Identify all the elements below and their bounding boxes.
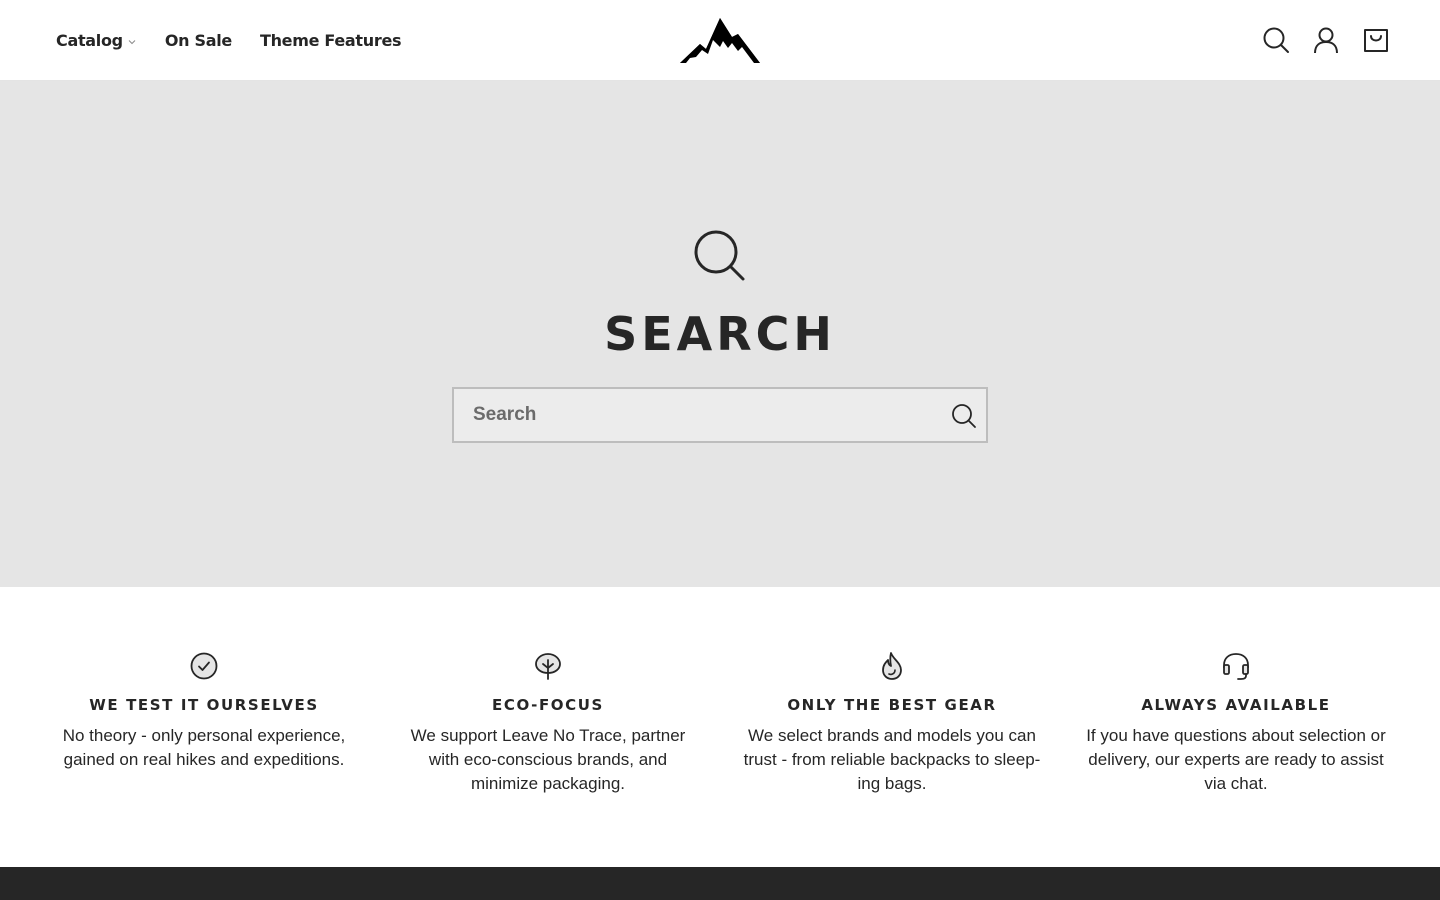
feature-item: ALWAYS AVAILABLE If you have questions a… — [1076, 651, 1396, 796]
cart-icon — [1364, 29, 1388, 52]
features-section: WE TEST IT OURSELVES No theory - only pe… — [0, 587, 1440, 867]
footer — [0, 867, 1440, 900]
tree-icon — [535, 653, 561, 680]
main-nav: Catalog On Sale Theme Features — [56, 0, 402, 81]
nav-catalog-label: Catalog — [56, 31, 123, 50]
search-form — [452, 387, 988, 443]
chevron-down-icon — [128, 39, 136, 44]
feature-text: We select brands and models you can trus… — [743, 726, 1041, 793]
feature-item: ONLY THE BEST GEAR We select brands and … — [732, 651, 1052, 796]
search-icon — [694, 230, 745, 281]
feature-title: WE TEST IT OURSELVES — [89, 696, 319, 714]
search-submit-button[interactable] — [950, 402, 978, 430]
feature-title: ALWAYS AVAILABLE — [1141, 696, 1331, 714]
header-search-button[interactable] — [1262, 25, 1290, 55]
search-icon — [952, 404, 976, 428]
feature-text: If you have questions about selection or… — [1086, 726, 1386, 793]
nav-catalog[interactable]: Catalog — [56, 31, 137, 50]
flame-icon — [882, 652, 902, 680]
headset-icon — [1223, 653, 1249, 680]
feature-text: We support Leave No Trace, partner with … — [410, 726, 686, 793]
nav-on-sale[interactable]: On Sale — [165, 31, 232, 50]
feature-item: ECO-FOCUS We support Leave No Trace, par… — [388, 651, 708, 796]
nav-theme-features[interactable]: Theme Features — [259, 31, 402, 50]
header-account-button[interactable] — [1312, 25, 1340, 55]
nav-on-sale-label: On Sale — [164, 31, 232, 50]
mountain-logo-icon[interactable] — [680, 17, 760, 64]
nav-theme-features-label: Theme Features — [259, 31, 402, 50]
site-header: Catalog On Sale Theme Features — [0, 0, 1440, 81]
check-circle-icon — [190, 652, 218, 680]
page-title: SEARCH — [604, 307, 836, 361]
feature-title: ECO-FOCUS — [492, 696, 604, 714]
header-actions — [1262, 25, 1390, 55]
feature-title: ONLY THE BEST GEAR — [787, 696, 997, 714]
feature-text: No theory - only personal experience, ga… — [62, 726, 346, 769]
search-hero: SEARCH — [0, 81, 1440, 587]
search-icon — [1263, 27, 1289, 53]
header-cart-button[interactable] — [1362, 25, 1390, 55]
search-input[interactable] — [454, 389, 934, 441]
account-icon — [1314, 27, 1338, 54]
feature-item: WE TEST IT OURSELVES No theory - only pe… — [44, 651, 364, 772]
